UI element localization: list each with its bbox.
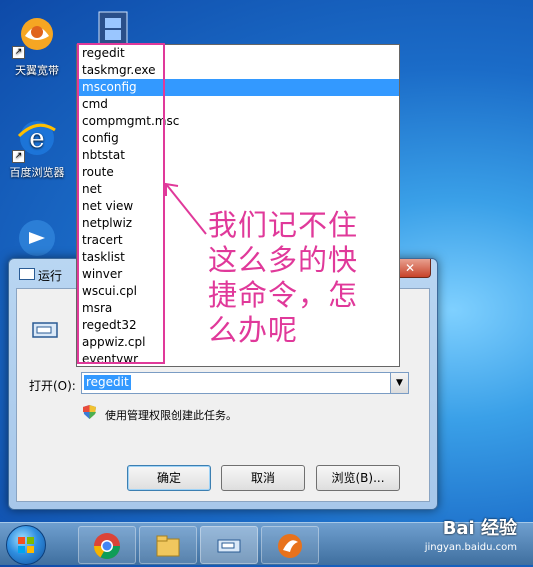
run-program-icon <box>32 322 58 338</box>
desktop-icon-label: 天翼宽带 <box>15 64 59 77</box>
annotation-highlight-box <box>77 43 165 364</box>
run-app-icon <box>19 268 35 280</box>
desktop-icon-label: 百度浏览器 <box>9 166 65 179</box>
taskbar-run[interactable] <box>200 526 258 564</box>
taskbar-browser[interactable] <box>261 526 319 564</box>
cancel-button[interactable]: 取消 <box>221 465 305 491</box>
dialog-title: 运行 <box>38 269 63 283</box>
windows-start-icon[interactable] <box>6 525 46 565</box>
media-player-icon <box>19 220 55 256</box>
baidu-watermark: Bai 经验 <box>442 518 517 539</box>
browse-button[interactable]: 浏览(B)... <box>316 465 400 491</box>
file-explorer-icon <box>156 535 180 557</box>
open-label: 打开(O): <box>29 379 76 393</box>
taskbar-explorer[interactable] <box>139 526 197 564</box>
windows-logo-icon <box>18 537 34 553</box>
annotation-text: 我们记不住这么多的快捷命令，怎么办呢 <box>208 208 359 347</box>
command-combobox[interactable]: regedit ▼ <box>81 372 409 394</box>
desktop-icon-tianyi[interactable]: ↗ 天翼宽带 <box>2 14 72 78</box>
chrome-icon <box>93 533 121 560</box>
ok-button[interactable]: 确定 <box>127 465 211 491</box>
watermark-url: jingyan.baidu.com <box>424 542 517 553</box>
desktop-icon-media[interactable] <box>2 216 72 264</box>
admin-privilege-note: 使用管理权限创建此任务。 <box>105 409 237 422</box>
annotation-arrow-icon <box>165 182 207 235</box>
uac-shield-icon <box>83 405 96 419</box>
taskbar-chrome[interactable] <box>78 526 136 564</box>
shortcut-arrow-icon: ↗ <box>12 150 25 163</box>
command-input[interactable]: regedit <box>84 375 131 390</box>
shortcut-arrow-icon: ↗ <box>12 46 25 59</box>
browser-app-icon <box>278 534 302 558</box>
run-app-icon <box>217 539 241 553</box>
desktop-icon-baidu-browser[interactable]: e ↗ 百度浏览器 <box>2 116 72 180</box>
dropdown-arrow-icon[interactable]: ▼ <box>390 373 408 393</box>
